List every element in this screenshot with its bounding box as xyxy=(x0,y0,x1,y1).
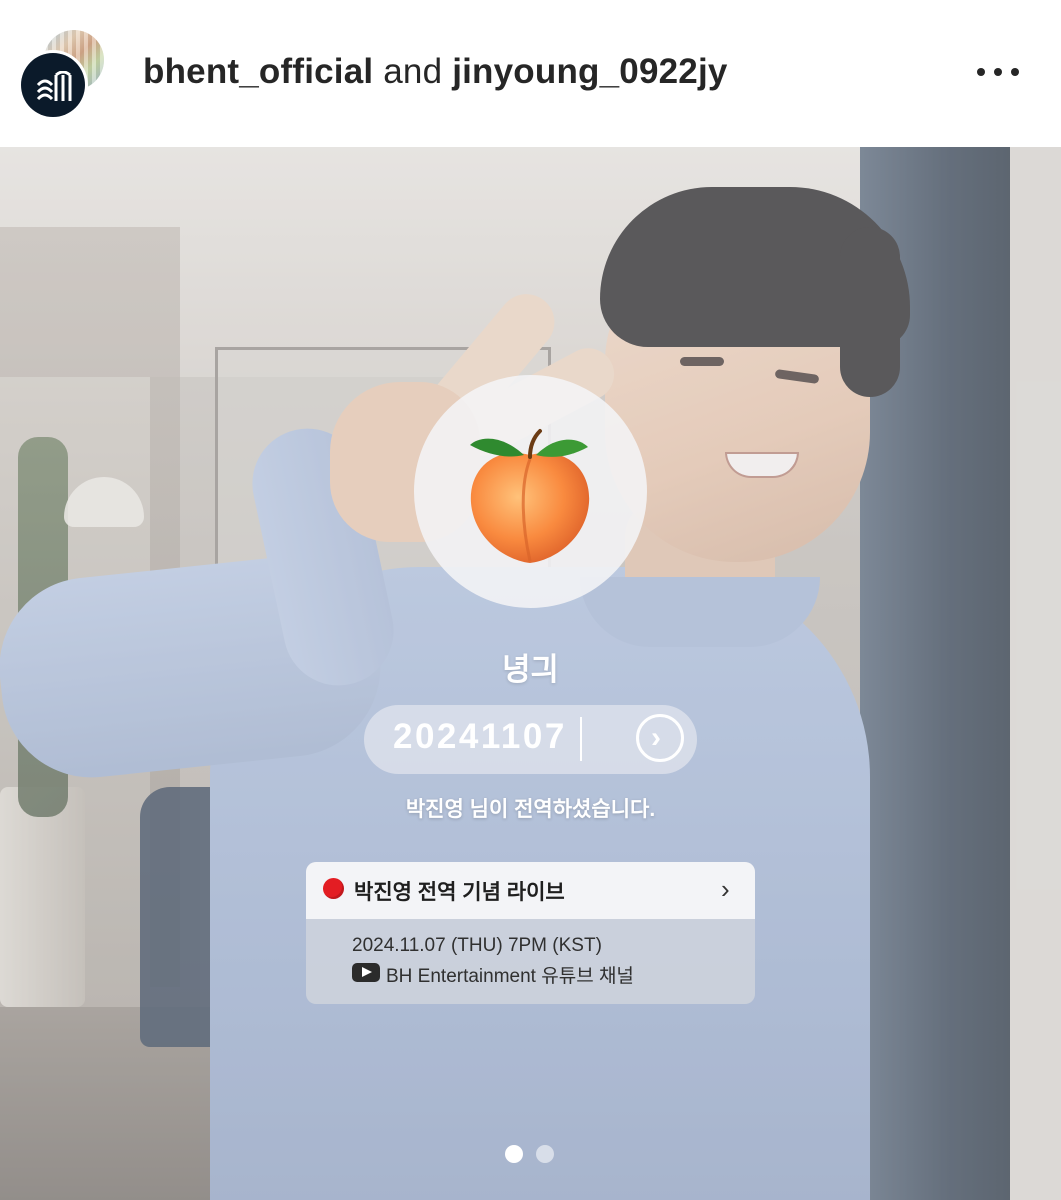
live-datetime: 2024.11.07 (THU) 7PM (KST) xyxy=(352,935,602,956)
collab-username[interactable]: jinyoung_0922jy xyxy=(452,52,727,91)
carousel-indicator xyxy=(505,1145,554,1163)
date-input-value[interactable]: 20241107 xyxy=(393,717,567,757)
nickname-label: 녕긔 xyxy=(501,652,560,687)
carousel-dot-active[interactable] xyxy=(505,1145,523,1163)
profile-emoji-circle xyxy=(414,375,647,608)
post-header: bhent_official and jinyoung_0922jy xyxy=(0,0,1061,147)
connector-text: and xyxy=(383,52,443,91)
live-title: 박진영 전역 기념 라이브 xyxy=(354,881,565,904)
carousel-dot[interactable] xyxy=(536,1145,554,1163)
text-caret xyxy=(580,717,582,761)
live-channel: BH Entertainment 유튜브 채널 xyxy=(386,966,634,987)
owner-avatar[interactable] xyxy=(18,50,88,120)
discharge-message: 박진영 님이 전역하셨습니다. xyxy=(405,798,656,821)
chevron-right-circle-icon[interactable]: › xyxy=(636,714,684,762)
more-horizontal-icon[interactable] xyxy=(977,68,1019,76)
post-image[interactable]: 녕긔 20241107 › 박진영 님이 전역하셨습니다. 박진영 전역 기념 … xyxy=(0,147,1061,1200)
bh-logo-icon xyxy=(21,53,85,117)
account-names: bhent_official and jinyoung_0922jy xyxy=(143,52,728,92)
red-circle-icon xyxy=(323,878,344,899)
live-card-header[interactable]: 박진영 전역 기념 라이브 › xyxy=(306,862,755,919)
peach-icon xyxy=(470,429,590,563)
chevron-right-icon[interactable]: › xyxy=(721,874,730,905)
youtube-icon xyxy=(352,963,380,982)
owner-username[interactable]: bhent_official xyxy=(143,52,373,91)
live-event-card[interactable]: 박진영 전역 기념 라이브 › 2024.11.07 (THU) 7PM (KS… xyxy=(306,862,755,1004)
